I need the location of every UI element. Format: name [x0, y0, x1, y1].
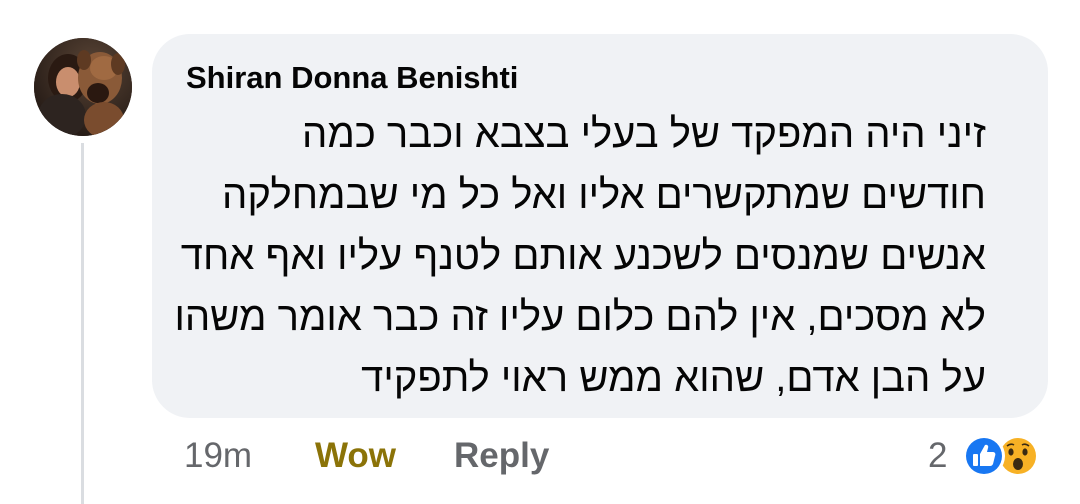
comment-text-line: זיני היה המפקד של בעלי בצבא וכבר כמה [301, 112, 986, 156]
like-icon [963, 435, 1005, 477]
avatar-photo-icon [34, 38, 132, 136]
reply-thread-line [81, 143, 84, 504]
comment-text: זיני היה המפקד של בעלי בצבא וכבר כמה חוד… [174, 104, 986, 409]
comment-bubble: Shiran Donna Benishti זיני היה המפקד של … [152, 34, 1048, 418]
comment-text-line: לא מסכים, אין להם כלום עליו זה כבר אומר … [174, 295, 986, 339]
comment-text-line: חודשים שמתקשרים אליו ואל כל מי שבמחלקה [221, 173, 986, 217]
reaction-count: 2 [928, 436, 948, 475]
avatar[interactable] [34, 38, 132, 136]
comment-timestamp[interactable]: 19m [184, 432, 252, 480]
comment-text-line: על הבן אדם, שהוא ממש ראוי לתפקיד [361, 356, 986, 400]
comment-author[interactable]: Shiran Donna Benishti [186, 56, 1014, 100]
reaction-button[interactable]: Wow [315, 432, 396, 480]
reaction-summary[interactable]: 2 [928, 430, 1058, 482]
reply-button[interactable]: Reply [454, 432, 549, 480]
comment-text-line: אנשים שמנסים לשכנע אותם לטנף עליו ואף אח… [180, 234, 986, 278]
